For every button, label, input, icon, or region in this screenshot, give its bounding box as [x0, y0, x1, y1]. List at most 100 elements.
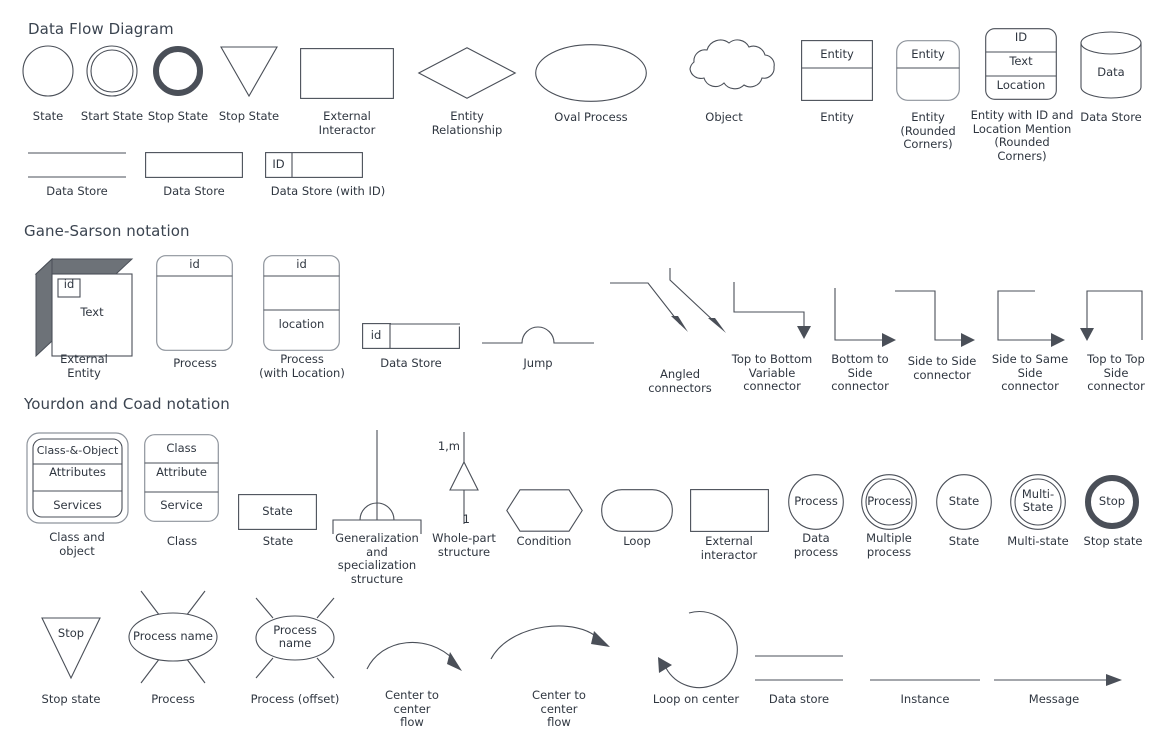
caption-whole-part: Whole-part structure	[432, 531, 496, 559]
caption-data-store-cylinder: Data Store	[1080, 110, 1142, 124]
caption-data-store-rect: Data Store	[163, 184, 225, 198]
caption-multi-state: Multi-state	[1007, 534, 1069, 548]
section-title-data-flow-diagram: Data Flow Diagram	[28, 20, 174, 38]
angled-connectors-icon	[610, 268, 726, 333]
whole-part-top-label: 1,m	[437, 439, 460, 453]
caption-center-to-center-short: Center to center flow	[385, 688, 439, 729]
caption-process-ellipse: Process	[151, 692, 195, 706]
stencil-angled-connectors[interactable]	[608, 268, 726, 338]
condition-hexagon-icon	[506, 489, 583, 532]
caption-generalization: Generalization and specialization struct…	[335, 531, 419, 586]
bottom-to-side-connector-icon	[834, 288, 896, 347]
multiple-process-label: Process	[867, 494, 911, 508]
external-interactor-rect-icon	[300, 48, 394, 99]
loop-on-center-icon	[658, 611, 738, 689]
stencil-state-circle[interactable]	[22, 45, 74, 97]
stencil-center-to-center-flow-long[interactable]	[490, 620, 612, 666]
stencil-object-cloud[interactable]	[669, 39, 779, 96]
state-rect-label: State	[262, 504, 293, 518]
caption-external-entity: External Entity	[60, 352, 108, 380]
stencil-side-to-same-side-connector[interactable]	[997, 290, 1065, 347]
entity-relationship-diamond-icon	[417, 47, 517, 99]
entity-rounded-box-header: Entity	[911, 47, 945, 61]
caption-yourdon-data-store: Data store	[768, 692, 830, 706]
stencil-oval-process[interactable]	[535, 44, 647, 102]
data-store-rect-icon	[145, 152, 243, 178]
start-state-double-circle-icon	[86, 45, 138, 97]
stencil-data-store-rect[interactable]	[145, 152, 243, 178]
stencil-start-state-double-circle[interactable]	[86, 45, 138, 97]
class-and-object-row-1: Attributes	[49, 465, 106, 479]
stencil-stop-state-triangle[interactable]	[220, 46, 278, 98]
side-to-side-connector-icon	[895, 290, 975, 347]
caption-entity-relationship: Entity Relationship	[431, 109, 503, 137]
loop-shape-icon	[601, 489, 673, 532]
caption-center-to-center-long: Center to center flow	[532, 688, 586, 729]
class-box-row-2: Service	[160, 498, 203, 512]
class-and-object-row-2: Services	[53, 498, 102, 512]
caption-jump: Jump	[523, 356, 553, 370]
caption-message: Message	[1028, 692, 1080, 706]
entity-box-header: Entity	[820, 47, 854, 61]
state-circle-icon	[22, 45, 74, 97]
stencil-yourdon-external-interactor[interactable]	[690, 489, 769, 532]
jump-connector-icon	[482, 326, 594, 344]
yourdon-data-store-lines-icon	[755, 655, 843, 681]
whole-part-bottom-label: 1	[462, 512, 470, 526]
section-title-gane-sarson: Gane-Sarson notation	[24, 222, 190, 240]
caption-data-store-with-id: Data Store (with ID)	[270, 184, 386, 198]
caption-object: Object	[705, 110, 743, 124]
stencil-instance-line[interactable]	[870, 679, 980, 683]
stencil-jump-connector[interactable]	[482, 317, 594, 345]
stencil-generalization-specialization[interactable]	[332, 430, 422, 534]
caption-multiple-process: Multiple process	[866, 531, 912, 559]
stencil-external-interactor-rect[interactable]	[300, 48, 394, 99]
process-ellipse-label: Process name	[133, 629, 213, 643]
entity-id-location-row-0: ID	[1014, 30, 1028, 44]
top-to-top-side-connector-icon	[1080, 290, 1143, 341]
caption-yourdon-stop-state: Stop state	[1083, 534, 1143, 548]
stencil-yourdon-data-store-lines[interactable]	[755, 655, 843, 681]
stencil-loop-on-center[interactable]	[650, 610, 738, 692]
caption-yourdon-stop-triangle: Stop state	[41, 692, 101, 706]
stencil-data-store-open-lines[interactable]	[28, 152, 126, 178]
stencil-stop-state-thick-circle[interactable]	[152, 45, 204, 97]
oval-process-icon	[535, 44, 647, 102]
caption-yourdon-state: State	[948, 534, 980, 548]
stencil-top-to-bottom-variable-connector[interactable]	[733, 282, 811, 340]
caption-class: Class	[166, 534, 198, 548]
caption-process-with-location: Process (with Location)	[259, 352, 345, 380]
caption-entity-rounded: Entity (Rounded Corners)	[900, 110, 956, 151]
caption-top-to-top-side: Top to Top Side connector	[1087, 352, 1145, 393]
multi-state-label: Multi- State	[1021, 487, 1055, 514]
process-box-header: id	[189, 257, 200, 271]
stencil-loop-shape[interactable]	[601, 489, 673, 532]
caption-oval-process: Oval Process	[554, 110, 628, 124]
caption-data-store-open: Data Store	[46, 184, 108, 198]
process-offset-label: Process name	[273, 623, 317, 650]
data-store-cylinder-label: Data	[1097, 65, 1125, 79]
instance-line-icon	[870, 679, 980, 681]
caption-process-offset: Process (offset)	[250, 692, 340, 706]
stencil-top-to-top-side-connector[interactable]	[1075, 290, 1143, 342]
section-title-yourdon-coad: Yourdon and Coad notation	[24, 395, 230, 413]
external-entity-3d-text: Text	[80, 305, 104, 319]
center-to-center-flow-short-icon	[366, 641, 462, 671]
stencil-condition-hexagon[interactable]	[506, 489, 583, 532]
stencil-bottom-to-side-connector[interactable]	[834, 288, 896, 347]
yourdon-stop-triangle-label: Stop	[57, 626, 85, 640]
stencil-entity-relationship-diamond[interactable]	[417, 47, 517, 99]
diagram-canvas: Data Flow Diagram State Start State Stop…	[0, 0, 1165, 729]
entity-id-location-row-2: Location	[996, 78, 1046, 92]
top-to-bottom-variable-connector-icon	[733, 282, 811, 339]
caption-side-to-same-side: Side to Same Side connector	[991, 352, 1069, 393]
caption-state-rect: State	[262, 534, 294, 548]
caption-process: Process	[173, 356, 217, 370]
stencil-center-to-center-flow-short[interactable]	[366, 630, 464, 672]
side-to-same-side-connector-icon	[997, 290, 1065, 347]
caption-instance: Instance	[900, 692, 950, 706]
caption-class-and-object: Class and object	[49, 530, 105, 558]
object-cloud-icon	[689, 39, 775, 90]
caption-condition: Condition	[516, 534, 572, 548]
stencil-side-to-side-connector[interactable]	[895, 290, 975, 347]
